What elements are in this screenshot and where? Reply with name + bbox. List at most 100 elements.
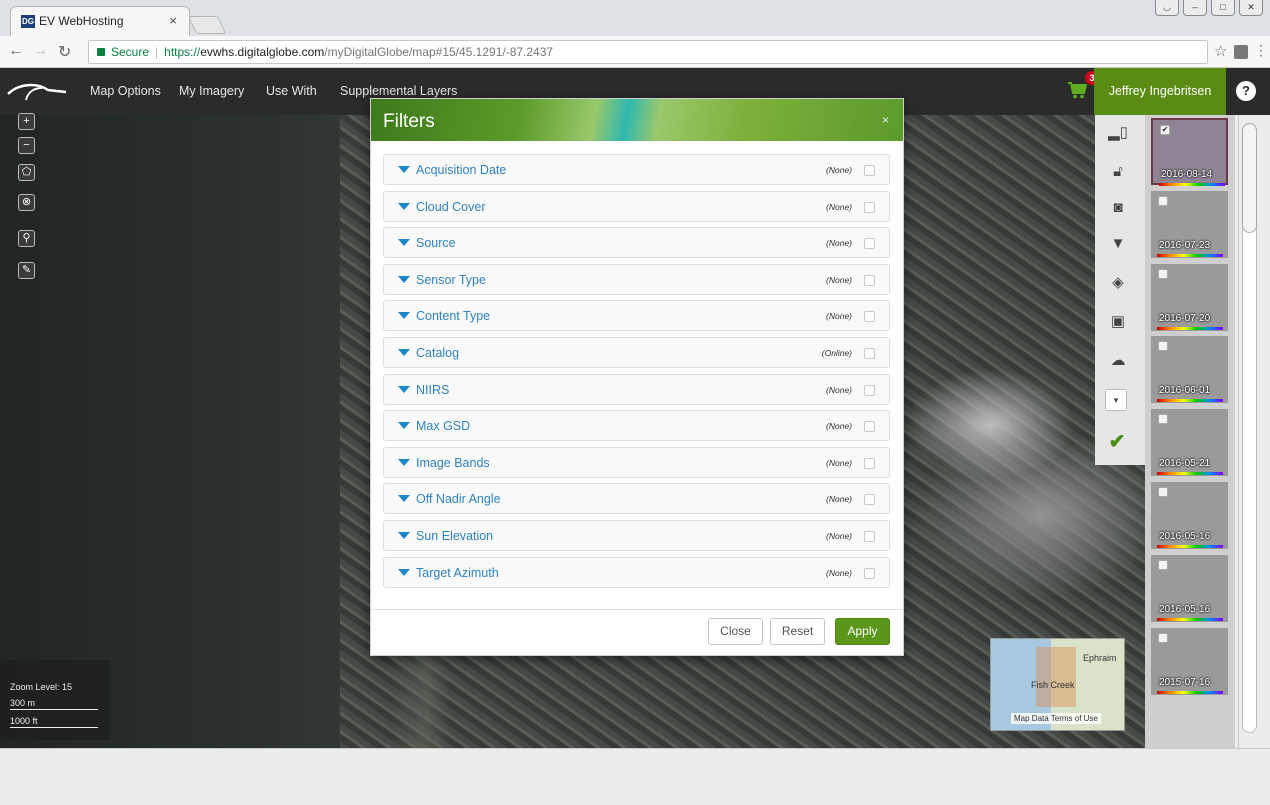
filter-checkbox[interactable] bbox=[864, 531, 875, 542]
filter-row[interactable]: Cloud Cover (None) bbox=[383, 190, 890, 222]
filter-checkbox[interactable] bbox=[864, 165, 875, 176]
reset-button[interactable]: Reset bbox=[770, 618, 825, 645]
new-tab-button[interactable] bbox=[187, 16, 227, 34]
zoom-out-button[interactable]: − bbox=[18, 137, 35, 154]
window-close-button[interactable]: ✕ bbox=[1239, 0, 1263, 16]
filter-row[interactable]: Sensor Type (None) bbox=[383, 263, 890, 295]
imagery-thumbnail[interactable]: 2015-07-16 bbox=[1151, 627, 1228, 695]
filter-row[interactable]: Sun Elevation (None) bbox=[383, 520, 890, 551]
filter-checkbox[interactable] bbox=[864, 311, 875, 323]
browser-menu-icon[interactable]: ⋮ bbox=[1254, 42, 1268, 59]
menu-my-imagery[interactable]: My Imagery bbox=[179, 84, 244, 98]
draw-pencil-icon[interactable]: ✎ bbox=[18, 262, 35, 279]
draw-polygon-icon[interactable]: ⬠ bbox=[18, 164, 35, 181]
checkmark-icon[interactable]: ✔ bbox=[1107, 432, 1127, 452]
expand-triangle-icon[interactable] bbox=[398, 275, 410, 283]
imagery-thumbnail[interactable]: 2016-07-20 bbox=[1151, 263, 1228, 331]
imagery-thumbnail[interactable]: 2016-06-01 bbox=[1151, 336, 1228, 404]
user-profile-icon[interactable]: ◡ bbox=[1155, 0, 1179, 16]
bookmark-star-icon[interactable]: ☆ bbox=[1214, 42, 1227, 60]
filter-label[interactable]: Content Type bbox=[416, 309, 490, 323]
thumbnail-checkbox[interactable] bbox=[1158, 487, 1168, 497]
expand-triangle-icon[interactable] bbox=[398, 202, 410, 210]
help-icon[interactable]: ? bbox=[1236, 81, 1256, 101]
apply-button[interactable]: Apply bbox=[835, 618, 890, 645]
thumbnail-scrollbar[interactable] bbox=[1238, 115, 1260, 748]
forward-arrow-icon[interactable]: → bbox=[32, 42, 48, 60]
filter-row[interactable]: Content Type (None) bbox=[383, 300, 890, 332]
filter-label[interactable]: Off Nadir Angle bbox=[416, 492, 501, 506]
filter-row[interactable]: Target Azimuth (None) bbox=[383, 556, 890, 588]
thumbnail-checkbox[interactable] bbox=[1158, 341, 1168, 352]
expand-triangle-icon[interactable] bbox=[398, 422, 410, 430]
filter-row[interactable]: Image Bands (None) bbox=[383, 446, 890, 478]
reload-icon[interactable]: ↻ bbox=[58, 42, 71, 62]
filter-label[interactable]: Max GSD bbox=[416, 419, 470, 433]
expand-triangle-icon[interactable] bbox=[398, 385, 410, 393]
filter-checkbox[interactable] bbox=[864, 494, 875, 506]
menu-use-with[interactable]: Use With bbox=[266, 84, 317, 98]
extension-icon[interactable] bbox=[1234, 45, 1248, 59]
filter-checkbox[interactable] bbox=[864, 274, 875, 286]
layers-icon[interactable]: ◈ bbox=[1108, 273, 1128, 293]
filter-label[interactable]: Acquisition Date bbox=[416, 163, 506, 177]
filter-label[interactable]: Cloud Cover bbox=[416, 200, 485, 214]
imagery-thumbnail[interactable]: ✔ 2016-08-14 bbox=[1151, 118, 1228, 186]
user-menu-button[interactable]: Jeffrey Ingebritsen bbox=[1094, 68, 1226, 115]
cloud-download-icon[interactable]: ☁ bbox=[1108, 351, 1128, 371]
filter-row[interactable]: Catalog (Online) bbox=[383, 337, 890, 368]
filter-label[interactable]: Sensor Type bbox=[416, 273, 486, 287]
filter-label[interactable]: Image Bands bbox=[416, 456, 490, 470]
filter-checkbox[interactable] bbox=[864, 421, 875, 433]
cart-icon[interactable] bbox=[1067, 81, 1087, 99]
imagery-thumbnail[interactable]: 2016-05-21 bbox=[1151, 409, 1228, 477]
compare-icon[interactable]: ▣ bbox=[1108, 312, 1128, 332]
filter-checkbox[interactable] bbox=[864, 567, 875, 579]
tab-close-button[interactable]: × bbox=[169, 13, 177, 28]
delete-shape-icon[interactable]: ⊗ bbox=[18, 194, 35, 211]
thumbnail-checkbox[interactable] bbox=[1158, 559, 1168, 570]
filter-icon[interactable]: ▼ bbox=[1108, 234, 1128, 254]
close-button[interactable]: Close bbox=[708, 618, 763, 645]
imagery-thumbnail[interactable]: 2016-05-16 bbox=[1151, 554, 1228, 622]
dropdown-icon[interactable]: ▾ bbox=[1105, 389, 1127, 411]
filter-label[interactable]: Target Azimuth bbox=[416, 566, 499, 580]
minimize-button[interactable]: – bbox=[1183, 0, 1207, 16]
filter-row[interactable]: Off Nadir Angle (None) bbox=[383, 483, 890, 515]
filter-row[interactable]: NIIRS (None) bbox=[383, 373, 890, 405]
filter-label[interactable]: NIIRS bbox=[416, 383, 449, 397]
expand-triangle-icon[interactable] bbox=[398, 568, 410, 576]
menu-map-options[interactable]: Map Options bbox=[90, 84, 161, 98]
filter-checkbox[interactable] bbox=[864, 384, 875, 396]
thumbnail-checkbox[interactable] bbox=[1158, 414, 1168, 425]
expand-triangle-icon[interactable] bbox=[398, 166, 410, 173]
expand-triangle-icon[interactable] bbox=[398, 532, 410, 539]
filter-row[interactable]: Acquisition Date (None) bbox=[383, 154, 890, 185]
filter-row[interactable]: Source (None) bbox=[383, 227, 890, 259]
overview-minimap[interactable]: Ephraim Fish Creek Map Data Terms of Use bbox=[990, 638, 1125, 731]
zoom-in-button[interactable]: + bbox=[18, 113, 35, 130]
thumbnail-checkbox[interactable] bbox=[1158, 268, 1168, 279]
expand-triangle-icon[interactable] bbox=[398, 349, 410, 356]
browser-tab[interactable]: DG EV WebHosting × bbox=[10, 6, 190, 36]
filter-checkbox[interactable] bbox=[864, 348, 875, 359]
filter-label[interactable]: Sun Elevation bbox=[416, 529, 493, 543]
filter-label[interactable]: Catalog bbox=[416, 346, 459, 360]
expand-triangle-icon[interactable] bbox=[398, 239, 410, 247]
url-bar[interactable]: Secure | https://evwhs.digitalglobe.com/my… bbox=[88, 40, 1208, 64]
filter-checkbox[interactable] bbox=[864, 238, 875, 250]
expand-triangle-icon[interactable] bbox=[398, 458, 410, 466]
imagery-thumbnail[interactable]: 2016-07-23 bbox=[1151, 190, 1228, 258]
digitalglobe-logo[interactable] bbox=[6, 80, 68, 102]
thumbnail-checkbox[interactable] bbox=[1158, 195, 1168, 206]
minimap-attribution[interactable]: Map Data Terms of Use bbox=[1011, 713, 1101, 724]
imagery-thumbnail[interactable]: 2016-05-16 bbox=[1151, 482, 1228, 549]
place-marker-icon[interactable]: ⚲ bbox=[18, 230, 35, 247]
back-arrow-icon[interactable]: ← bbox=[8, 42, 24, 60]
camera-icon[interactable]: ◙ bbox=[1108, 198, 1128, 218]
expand-triangle-icon[interactable] bbox=[398, 312, 410, 320]
unlock-icon[interactable]: 🔓︎ bbox=[1108, 162, 1128, 182]
thumbnail-checkbox[interactable]: ✔ bbox=[1160, 125, 1170, 135]
filter-label[interactable]: Source bbox=[416, 236, 456, 250]
expand-triangle-icon[interactable] bbox=[398, 495, 410, 503]
